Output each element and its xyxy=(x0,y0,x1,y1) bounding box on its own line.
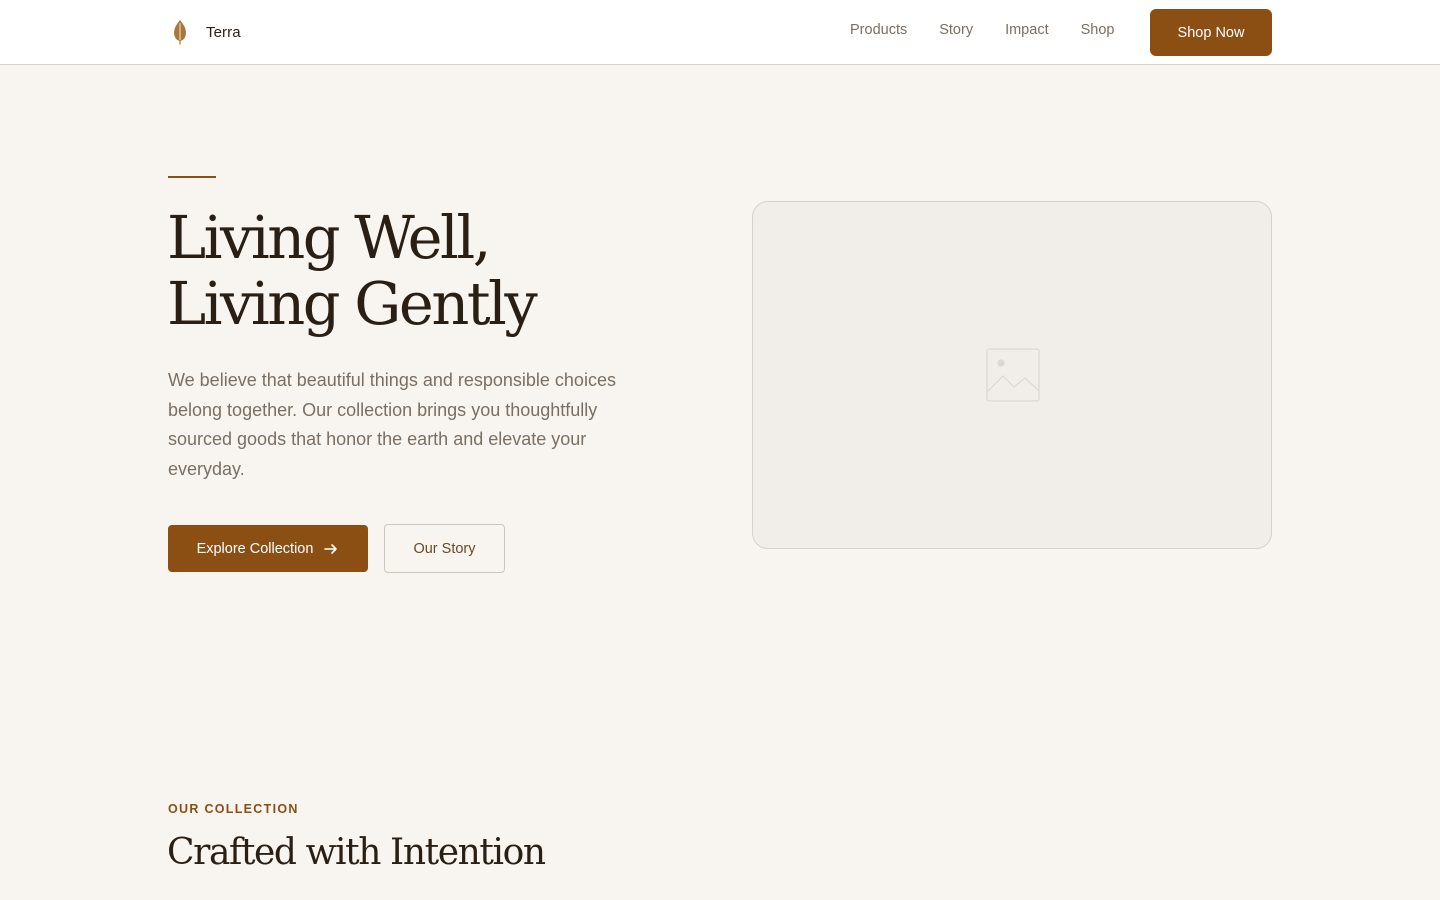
nav-shop[interactable]: Shop xyxy=(1081,22,1115,38)
site-header: Terra Products Story Impact Shop Shop No… xyxy=(0,0,1440,65)
hero-description: We believe that beautiful things and res… xyxy=(168,370,616,479)
section-eyebrow: OUR COLLECTION xyxy=(168,802,299,816)
explore-collection-label: Explore Collection xyxy=(196,540,314,557)
our-story-button[interactable]: Our Story xyxy=(384,524,505,573)
nav-story[interactable]: Story xyxy=(939,22,973,38)
brand-name: Terra xyxy=(206,23,241,41)
shop-now-button[interactable]: Shop Now xyxy=(1150,9,1272,56)
nav-products[interactable]: Products xyxy=(850,22,907,38)
image-placeholder-icon xyxy=(986,348,1040,402)
accent-divider xyxy=(168,176,216,178)
brand-logo[interactable]: Terra xyxy=(168,19,241,45)
hero-title-line-1: Living Well, xyxy=(167,203,492,272)
arrow-right-icon xyxy=(324,543,338,554)
main-nav: Products Story Impact Shop xyxy=(850,22,1114,38)
section-title: Crafted with Intention xyxy=(167,832,546,873)
explore-collection-button[interactable]: Explore Collection xyxy=(168,525,368,572)
leaf-icon xyxy=(174,20,186,45)
hero-title: Living Well, Living Gently xyxy=(167,203,538,338)
hero-image-placeholder xyxy=(752,201,1272,549)
hero-title-line-2: Living Gently xyxy=(167,269,538,338)
nav-impact[interactable]: Impact xyxy=(1005,22,1049,38)
